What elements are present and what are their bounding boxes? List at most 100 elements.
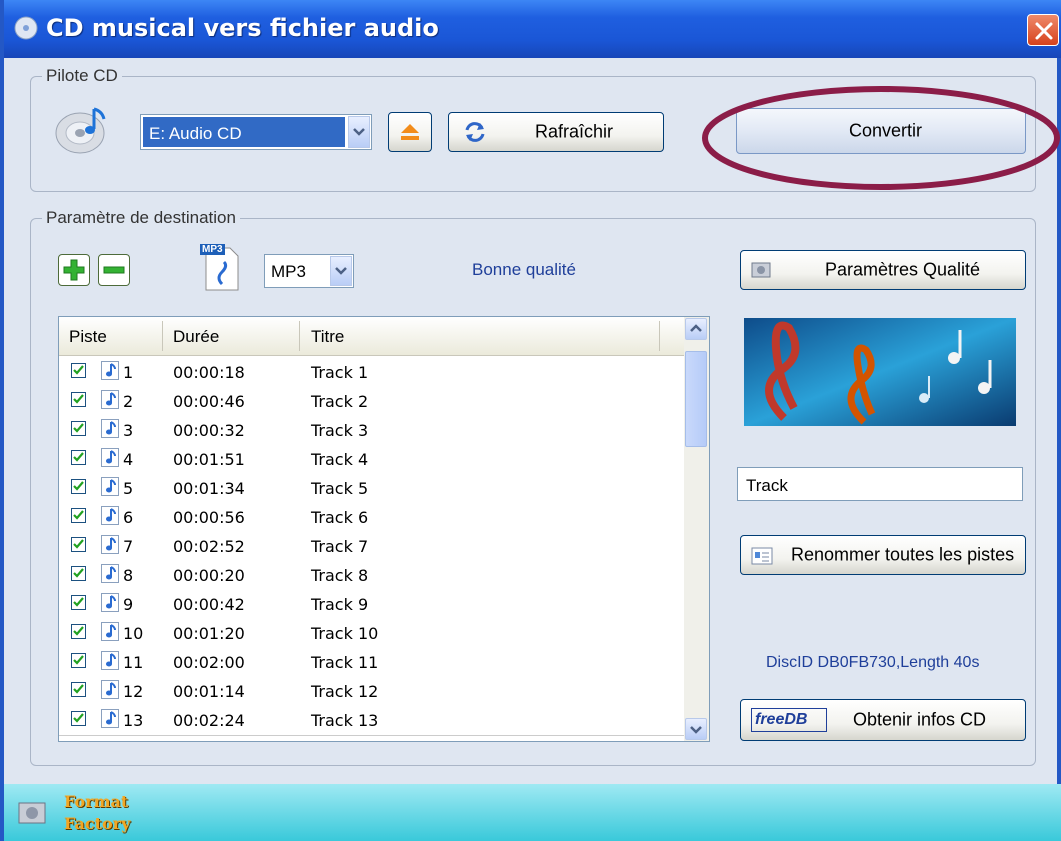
track-checkbox[interactable] bbox=[71, 624, 86, 639]
checkmark-icon bbox=[73, 452, 84, 462]
track-duration: 00:02:00 bbox=[173, 653, 245, 672]
note-glyph bbox=[106, 711, 116, 725]
note-glyph bbox=[106, 450, 116, 464]
track-checkbox[interactable] bbox=[71, 421, 86, 436]
quality-settings-button[interactable]: Paramètres Qualité bbox=[740, 250, 1026, 290]
chevron-up-icon bbox=[690, 324, 702, 332]
list-icon bbox=[751, 547, 773, 565]
music-notes-image bbox=[744, 318, 1016, 426]
column-divider[interactable] bbox=[299, 321, 300, 351]
note-glyph bbox=[106, 624, 116, 638]
pilote-cd-legend: Pilote CD bbox=[42, 66, 122, 86]
table-row[interactable]: 9 00:00:42 Track 9 bbox=[59, 589, 685, 618]
scroll-thumb[interactable] bbox=[685, 351, 707, 447]
note-glyph bbox=[106, 566, 116, 580]
track-duration: 00:02:52 bbox=[173, 537, 245, 556]
app-logo-icon bbox=[18, 802, 46, 824]
column-header-piste[interactable]: Piste bbox=[69, 327, 107, 347]
table-row[interactable]: 13 00:02:24 Track 13 bbox=[59, 705, 685, 734]
column-divider[interactable] bbox=[659, 321, 660, 351]
checkmark-icon bbox=[73, 510, 84, 520]
rename-all-button[interactable]: Renommer toutes les pistes bbox=[740, 535, 1026, 575]
scroll-down-button[interactable] bbox=[685, 718, 707, 740]
track-checkbox[interactable] bbox=[71, 508, 86, 523]
track-checkbox[interactable] bbox=[71, 711, 86, 726]
column-header-titre[interactable]: Titre bbox=[311, 327, 344, 347]
remove-track-button[interactable] bbox=[98, 254, 130, 286]
track-number: 10 bbox=[123, 624, 144, 643]
music-note-icon bbox=[101, 535, 119, 554]
table-row[interactable]: 6 00:00:56 Track 6 bbox=[59, 502, 685, 531]
quality-text: Bonne qualité bbox=[472, 260, 576, 279]
track-checkbox[interactable] bbox=[71, 566, 86, 581]
chevron-down-icon bbox=[335, 267, 347, 275]
drive-select[interactable]: E: Audio CD bbox=[140, 114, 372, 150]
eject-button[interactable] bbox=[388, 112, 432, 152]
table-row[interactable]: 8 00:00:20 Track 8 bbox=[59, 560, 685, 589]
column-divider[interactable] bbox=[162, 321, 163, 351]
format-dropdown-button[interactable] bbox=[330, 256, 352, 286]
track-checkbox[interactable] bbox=[71, 392, 86, 407]
track-duration: 00:00:42 bbox=[173, 595, 245, 614]
settings-icon bbox=[751, 262, 771, 278]
track-number: 8 bbox=[123, 566, 134, 585]
destination-legend: Paramètre de destination bbox=[42, 208, 240, 228]
add-track-button[interactable] bbox=[58, 254, 90, 286]
table-row[interactable]: 4 00:01:51 Track 4 bbox=[59, 444, 685, 473]
chevron-down-icon bbox=[353, 128, 365, 136]
track-checkbox[interactable] bbox=[71, 653, 86, 668]
status-bar: Format Factory bbox=[4, 784, 1061, 841]
list-row-partial bbox=[59, 735, 685, 741]
track-title: Track 1 bbox=[311, 363, 369, 382]
audio-cd-icon bbox=[55, 107, 106, 154]
track-checkbox[interactable] bbox=[71, 479, 86, 494]
table-row[interactable]: 2 00:00:46 Track 2 bbox=[59, 386, 685, 415]
track-number: 6 bbox=[123, 508, 134, 527]
track-checkbox[interactable] bbox=[71, 450, 86, 465]
refresh-button[interactable]: Rafraîchir bbox=[448, 112, 664, 152]
track-duration: 00:00:20 bbox=[173, 566, 245, 585]
track-number: 13 bbox=[123, 711, 144, 730]
track-checkbox[interactable] bbox=[71, 682, 86, 697]
checkmark-icon bbox=[73, 539, 84, 549]
track-list[interactable]: Piste Durée Titre 1 00:00:18 Track 1 2 00:00… bbox=[58, 316, 710, 742]
track-number: 12 bbox=[123, 682, 144, 701]
minus-icon bbox=[103, 266, 125, 274]
note-glyph bbox=[106, 479, 116, 493]
table-row[interactable]: 12 00:01:14 Track 12 bbox=[59, 676, 685, 705]
table-row[interactable]: 11 00:02:00 Track 11 bbox=[59, 647, 685, 676]
close-button[interactable] bbox=[1027, 14, 1059, 46]
track-number: 5 bbox=[123, 479, 134, 498]
music-note-icon bbox=[101, 622, 119, 641]
format-select[interactable]: MP3 bbox=[264, 254, 354, 288]
track-number: 2 bbox=[123, 392, 134, 411]
table-row[interactable]: 1 00:00:18 Track 1 bbox=[59, 357, 685, 386]
track-checkbox[interactable] bbox=[71, 363, 86, 378]
get-cd-info-button[interactable]: freeDB Obtenir infos CD bbox=[740, 699, 1026, 741]
checkmark-icon bbox=[73, 568, 84, 578]
track-title: Track 9 bbox=[311, 595, 369, 614]
column-header-duree[interactable]: Durée bbox=[173, 327, 219, 347]
track-number: 3 bbox=[123, 421, 134, 440]
table-row[interactable]: 3 00:00:32 Track 3 bbox=[59, 415, 685, 444]
drive-dropdown-button[interactable] bbox=[348, 116, 370, 148]
table-row[interactable]: 5 00:01:34 Track 5 bbox=[59, 473, 685, 502]
track-duration: 00:01:14 bbox=[173, 682, 245, 701]
track-title: Track 5 bbox=[311, 479, 369, 498]
table-row[interactable]: 7 00:02:52 Track 7 bbox=[59, 531, 685, 560]
note-glyph bbox=[106, 537, 116, 551]
track-checkbox[interactable] bbox=[71, 537, 86, 552]
track-checkbox[interactable] bbox=[71, 595, 86, 610]
drive-select-value-box: E: Audio CD bbox=[143, 117, 345, 147]
music-note-icon bbox=[101, 448, 119, 467]
format-select-value: MP3 bbox=[271, 262, 306, 281]
track-duration: 00:01:34 bbox=[173, 479, 245, 498]
table-row[interactable]: 10 00:01:20 Track 10 bbox=[59, 618, 685, 647]
music-note-icon bbox=[101, 361, 119, 380]
highlight-ellipse bbox=[702, 86, 1060, 190]
app-name-line1: Format bbox=[64, 792, 129, 811]
checkmark-icon bbox=[73, 684, 84, 694]
scroll-up-button[interactable] bbox=[685, 318, 707, 340]
vertical-scrollbar[interactable] bbox=[684, 317, 709, 741]
rename-input[interactable]: Track bbox=[737, 467, 1023, 501]
